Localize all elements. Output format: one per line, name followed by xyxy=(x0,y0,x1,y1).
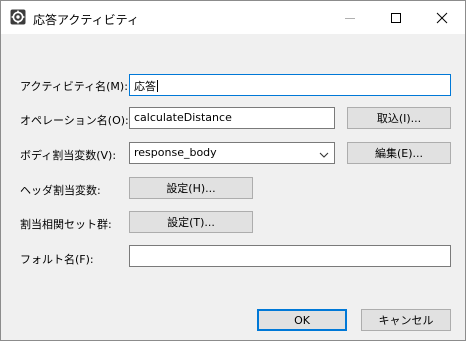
header-variable-label: ヘッダ割当変数: xyxy=(20,184,101,197)
header-settings-button[interactable]: 設定(H)... xyxy=(129,177,253,199)
operation-name-field[interactable]: calculateDistance xyxy=(129,107,335,129)
text-caret xyxy=(157,80,158,92)
fault-name-input[interactable] xyxy=(129,245,451,267)
maximize-icon[interactable] xyxy=(373,1,419,34)
window-title: 応答アクティビティ xyxy=(33,13,139,27)
close-icon[interactable] xyxy=(419,1,465,34)
import-button[interactable]: 取込(I)... xyxy=(347,107,451,129)
correlation-settings-button[interactable]: 設定(T)... xyxy=(129,211,253,233)
activity-name-input[interactable]: 応答 xyxy=(129,74,451,96)
operation-name-label: オペレーション名(O): xyxy=(20,114,129,127)
body-variable-label: ボディ割当変数(V): xyxy=(20,149,117,162)
minimize-icon[interactable] xyxy=(327,1,373,34)
cancel-button[interactable]: キャンセル xyxy=(361,309,451,331)
correlation-set-label: 割当相関セット群: xyxy=(20,218,112,231)
dialog-window: 応答アクティビティ アクティビティ名(M): 応答 オペレーション名(O): c… xyxy=(0,0,466,341)
body-variable-select[interactable]: response_body xyxy=(129,142,335,164)
body-variable-selected: response_body xyxy=(134,146,217,159)
title-bar[interactable]: 応答アクティビティ xyxy=(1,1,465,34)
chevron-down-icon[interactable] xyxy=(319,149,329,162)
activity-name-label: アクティビティ名(M): xyxy=(20,80,128,93)
gear-app-icon xyxy=(10,9,26,25)
ok-button[interactable]: OK xyxy=(257,309,347,331)
fault-name-label: フォルト名(F): xyxy=(20,253,94,266)
edit-button[interactable]: 編集(E)... xyxy=(347,142,451,164)
